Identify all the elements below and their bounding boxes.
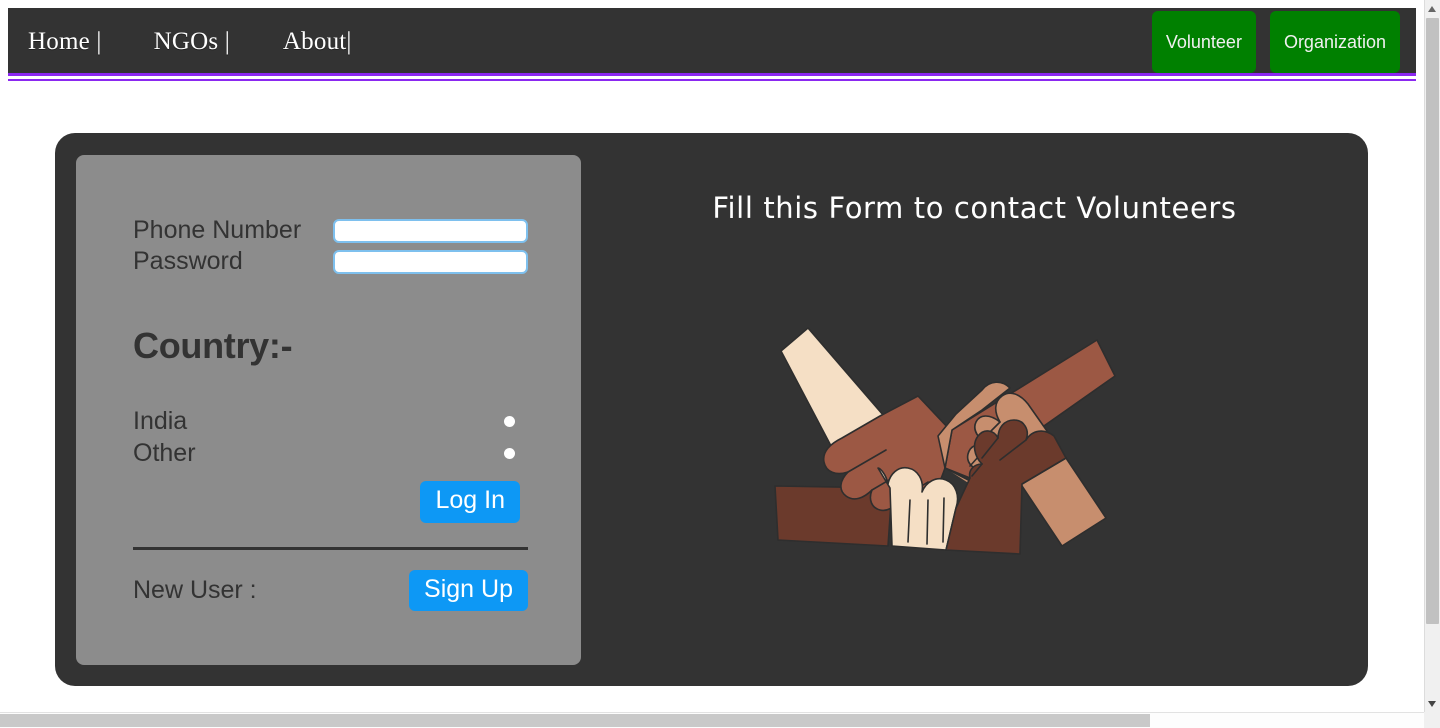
page-left-edge bbox=[0, 0, 8, 712]
page-top-edge bbox=[0, 0, 1424, 8]
organization-button[interactable]: Organization bbox=[1269, 11, 1400, 73]
page-title: Fill this Form to contact Volunteers bbox=[712, 191, 1237, 225]
scroll-down-arrow-icon[interactable] bbox=[1425, 695, 1440, 712]
scroll-up-arrow-icon[interactable] bbox=[1425, 0, 1440, 17]
nav-link-about[interactable]: About| bbox=[283, 28, 352, 56]
country-option-india-label: India bbox=[133, 406, 188, 435]
nav-link-ngos[interactable]: NGOs | bbox=[154, 28, 230, 56]
radio-other-icon[interactable] bbox=[504, 447, 515, 459]
main-content-panel: Phone Number Password Country:- India Ot… bbox=[55, 133, 1368, 686]
signup-row: New User : Sign Up bbox=[133, 569, 528, 611]
radio-india-icon[interactable] bbox=[504, 415, 515, 427]
password-row: Password bbox=[133, 246, 528, 277]
country-option-other[interactable]: Other bbox=[133, 437, 528, 469]
browser-page: Home | NGOs | About| Volunteer Organizat… bbox=[0, 0, 1440, 728]
scrollbar-corner bbox=[1424, 712, 1440, 728]
vertical-scrollbar-thumb[interactable] bbox=[1426, 18, 1439, 624]
password-input[interactable] bbox=[333, 249, 528, 274]
country-option-india[interactable]: India bbox=[133, 405, 528, 437]
nav-link-home[interactable]: Home | bbox=[28, 28, 102, 56]
right-pane: Fill this Form to contact Volunteers bbox=[581, 133, 1368, 686]
login-form: Phone Number Password Country:- India Ot… bbox=[133, 215, 528, 611]
country-heading: Country:- bbox=[133, 325, 293, 366]
phone-number-label: Phone Number bbox=[133, 216, 302, 244]
login-button-row: Log In bbox=[133, 481, 528, 523]
phone-number-row: Phone Number bbox=[133, 215, 528, 246]
horizontal-scrollbar-thumb[interactable] bbox=[0, 714, 1150, 727]
vertical-scrollbar[interactable] bbox=[1424, 0, 1440, 728]
new-user-label: New User : bbox=[133, 575, 257, 604]
page-viewport: Home | NGOs | About| Volunteer Organizat… bbox=[0, 0, 1424, 712]
navigation-bar: Home | NGOs | About| Volunteer Organizat… bbox=[8, 8, 1416, 76]
form-divider bbox=[133, 546, 528, 550]
horizontal-scrollbar[interactable] bbox=[0, 712, 1424, 728]
login-form-card: Phone Number Password Country:- India Ot… bbox=[76, 155, 581, 665]
password-label: Password bbox=[133, 247, 243, 275]
navbar-accent-rule bbox=[8, 79, 1416, 81]
country-option-other-label: Other bbox=[133, 438, 196, 467]
country-radio-group: India Other bbox=[133, 405, 528, 469]
volunteer-button[interactable]: Volunteer bbox=[1151, 11, 1256, 73]
signup-button[interactable]: Sign Up bbox=[409, 569, 528, 611]
nav-links-group: Home | NGOs | About| bbox=[28, 8, 352, 76]
login-button[interactable]: Log In bbox=[420, 481, 520, 523]
phone-number-input[interactable] bbox=[333, 218, 528, 243]
nav-buttons-group: Volunteer Organization bbox=[1151, 8, 1400, 76]
interlocking-hands-icon bbox=[770, 318, 1122, 556]
